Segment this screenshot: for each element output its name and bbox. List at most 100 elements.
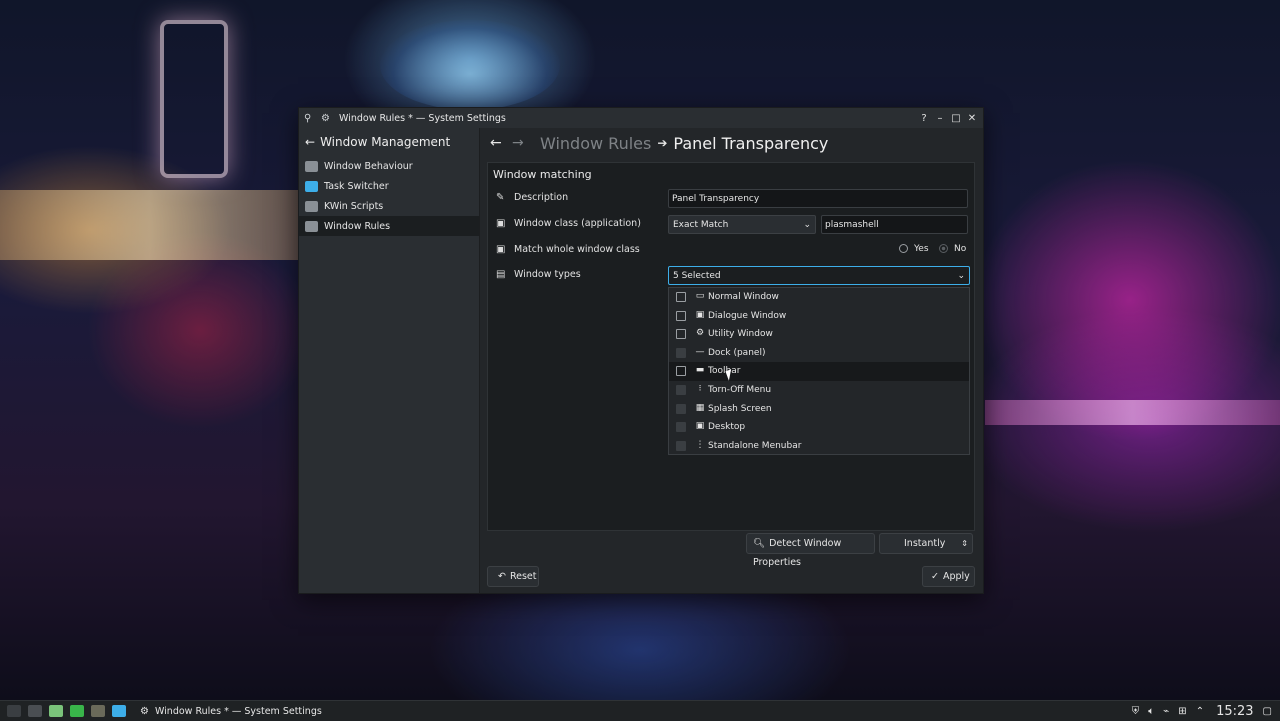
normal-window-icon: ▭ bbox=[695, 291, 705, 301]
window-title: Window Rules * — System Settings bbox=[339, 112, 506, 124]
checkbox[interactable] bbox=[676, 385, 686, 395]
option-label: Toolbar bbox=[708, 366, 741, 377]
folder-icon[interactable] bbox=[70, 705, 84, 717]
utility-window-icon: ⚙ bbox=[695, 328, 705, 339]
checkbox[interactable] bbox=[676, 403, 686, 414]
window-class-label: Window class (application) bbox=[514, 218, 641, 229]
expand-tray-icon[interactable]: ⌃ bbox=[1196, 706, 1204, 717]
window-type-option[interactable]: ⋮ Standalone Menubar bbox=[669, 437, 969, 456]
window-types-label: Window types bbox=[514, 269, 581, 280]
checkbox[interactable] bbox=[676, 347, 686, 358]
terminal-icon[interactable] bbox=[28, 705, 42, 717]
sidebar-item-label: Task Switcher bbox=[324, 180, 389, 192]
network-icon[interactable]: ⊞ bbox=[1178, 706, 1186, 717]
apply-label: Apply bbox=[942, 571, 970, 582]
sidebar-item-task-switcher[interactable]: Task Switcher bbox=[299, 176, 479, 196]
whole-class-row: ▣ Match whole window class Yes No bbox=[488, 239, 974, 261]
window-type-option[interactable]: ⁝ Torn-Off Menu bbox=[669, 381, 969, 400]
delay-value: Instantly bbox=[904, 538, 946, 549]
window-types-row: ▤ Window types 5 Selected ⌄ bbox=[488, 264, 974, 286]
option-label: Torn-Off Menu bbox=[708, 385, 772, 395]
settings-app-icon: ⚙ bbox=[321, 112, 330, 124]
checkbox[interactable] bbox=[676, 292, 686, 302]
reset-button[interactable]: ↶ Reset bbox=[487, 566, 539, 587]
sidebar-item-window-behaviour[interactable]: Window Behaviour bbox=[299, 156, 479, 176]
shield-icon[interactable]: ⛨ bbox=[1132, 706, 1140, 717]
close-button[interactable]: ✕ bbox=[965, 113, 979, 124]
option-label: Dialogue Window bbox=[708, 310, 787, 321]
window-type-option[interactable]: ▭ Normal Window bbox=[669, 288, 969, 307]
app-launcher-icon[interactable] bbox=[7, 705, 21, 717]
check-icon: ✓ bbox=[931, 571, 939, 582]
toolbar-icon: ▬ bbox=[695, 365, 705, 376]
back-arrow-icon: ← bbox=[305, 135, 316, 149]
system-settings-window: ⚲ ⚙ Window Rules * — System Settings ? –… bbox=[298, 107, 984, 594]
window-type-option[interactable]: ▣ Desktop bbox=[669, 418, 969, 437]
window-rules-icon bbox=[305, 220, 318, 232]
splash-screen-icon: ▦ bbox=[695, 402, 705, 413]
maximize-button[interactable]: □ bbox=[949, 113, 963, 124]
window-type-option[interactable]: ▦ Splash Screen bbox=[669, 400, 969, 419]
window-type-option[interactable]: ⚙ Utility Window bbox=[669, 325, 969, 344]
detect-window-properties-button[interactable]: 🔍︎ Detect Window Properties bbox=[746, 533, 875, 568]
sidebar-item-label: KWin Scripts bbox=[324, 200, 384, 212]
back-button[interactable]: ← bbox=[490, 135, 512, 151]
wallpaper-neon-sign bbox=[160, 20, 228, 178]
checkbox[interactable] bbox=[676, 366, 686, 377]
info-icon[interactable] bbox=[112, 705, 126, 717]
usb-icon[interactable]: ⌁ bbox=[1163, 706, 1169, 717]
forward-button[interactable]: → bbox=[512, 135, 534, 151]
window-type-option[interactable]: ▬ Toolbar bbox=[669, 362, 969, 382]
option-label: Normal Window bbox=[708, 292, 779, 302]
window-type-option[interactable]: ▣ Dialogue Window bbox=[669, 307, 969, 326]
app-icon[interactable] bbox=[91, 705, 105, 717]
sidebar-back-button[interactable]: ← Window Management bbox=[299, 128, 479, 156]
window-class-input[interactable]: plasmashell bbox=[821, 215, 968, 234]
option-label: Desktop bbox=[708, 422, 746, 433]
sidebar: ← Window Management Window Behaviour Tas… bbox=[299, 128, 480, 593]
taskbar-task-system-settings[interactable]: ⚙ Window Rules * — System Settings bbox=[140, 706, 322, 717]
reset-label: Reset bbox=[509, 571, 537, 582]
window-type-option[interactable]: — Dock (panel) bbox=[669, 344, 969, 363]
sidebar-item-label: Window Behaviour bbox=[324, 160, 413, 172]
no-radio[interactable] bbox=[939, 244, 948, 253]
pin-icon[interactable]: ⚲ bbox=[304, 113, 318, 124]
desktop-icon: ▣ bbox=[695, 421, 705, 432]
file-manager-icon[interactable] bbox=[49, 705, 63, 717]
reset-icon: ↶ bbox=[498, 571, 506, 582]
minimize-button[interactable]: – bbox=[933, 113, 947, 124]
window-titlebar[interactable]: ⚲ ⚙ Window Rules * — System Settings ? –… bbox=[299, 108, 983, 128]
apply-button[interactable]: ✓ Apply bbox=[922, 566, 975, 587]
no-label: No bbox=[954, 244, 967, 254]
taskbar: ⚙ Window Rules * — System Settings ⛨ 🔈︎ … bbox=[0, 700, 1280, 721]
checkbox[interactable] bbox=[676, 440, 686, 451]
checkbox[interactable] bbox=[676, 422, 686, 433]
description-input[interactable]: Panel Transparency bbox=[668, 189, 968, 208]
match-type-select[interactable]: Exact Match ⌄ bbox=[668, 215, 816, 234]
window-behaviour-icon bbox=[305, 160, 318, 172]
sidebar-item-kwin-scripts[interactable]: KWin Scripts bbox=[299, 196, 479, 216]
edit-icon: ✎ bbox=[496, 192, 505, 203]
window-types-value: 5 Selected bbox=[673, 271, 721, 281]
yes-radio[interactable] bbox=[899, 244, 908, 253]
page-title: Panel Transparency bbox=[673, 133, 829, 153]
chevron-down-icon: ⌄ bbox=[957, 271, 965, 281]
torn-off-menu-icon: ⁝ bbox=[698, 384, 702, 394]
sidebar-item-window-rules[interactable]: Window Rules bbox=[299, 216, 479, 236]
clock[interactable]: 15:23 bbox=[1216, 704, 1253, 719]
window-types-dropdown: ▭ Normal Window ▣ Dialogue Window ⚙ Util… bbox=[668, 287, 970, 455]
checkbox[interactable] bbox=[676, 329, 686, 340]
sidebar-item-label: Window Rules bbox=[324, 220, 391, 232]
delay-spinbox[interactable]: Instantly ⇕ bbox=[879, 533, 973, 554]
help-button[interactable]: ? bbox=[917, 113, 931, 124]
task-switcher-icon bbox=[305, 180, 318, 192]
window-types-select[interactable]: 5 Selected ⌄ bbox=[668, 266, 970, 285]
kwin-scripts-icon bbox=[305, 200, 318, 212]
rules-panel: Window matching ✎ Description Panel Tran… bbox=[487, 162, 975, 531]
checkbox[interactable] bbox=[676, 310, 686, 321]
show-desktop-icon[interactable]: ▢ bbox=[1263, 706, 1272, 717]
breadcrumb-parent[interactable]: Window Rules bbox=[540, 134, 651, 153]
option-label: Splash Screen bbox=[708, 403, 772, 414]
volume-icon[interactable]: 🔈︎ bbox=[1148, 706, 1154, 717]
match-type-value: Exact Match bbox=[673, 220, 729, 230]
